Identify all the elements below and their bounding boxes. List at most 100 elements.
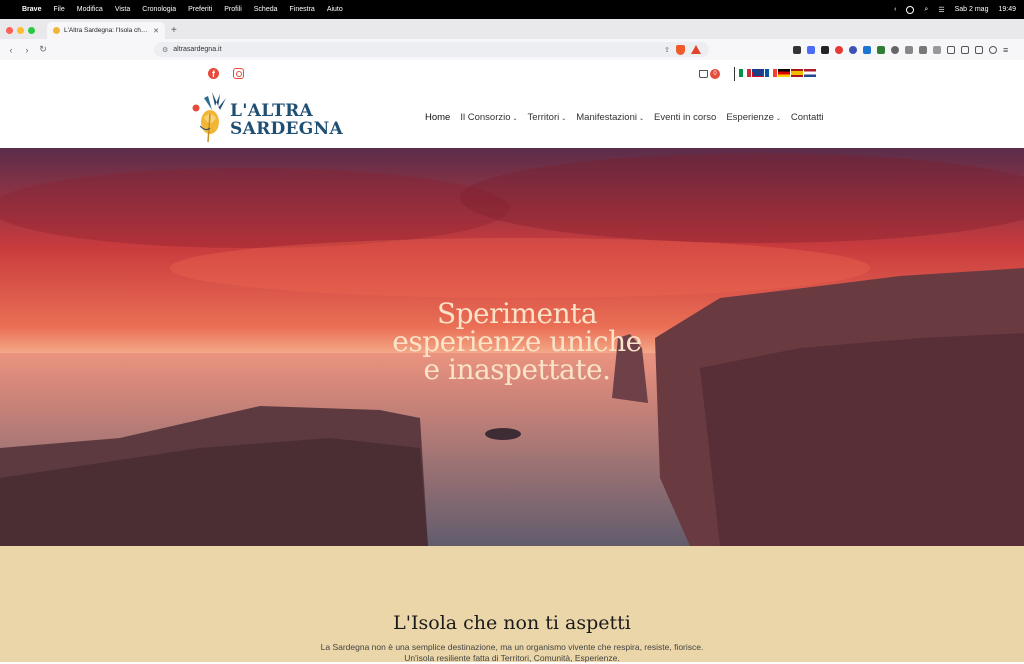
share-icon[interactable]: ⇪ bbox=[664, 46, 670, 54]
hero-line-3: e inaspettate. bbox=[423, 353, 611, 386]
menu-preferiti[interactable]: Preferiti bbox=[188, 6, 212, 13]
hero-banner: Sperimenta esperienze uniche e inaspetta… bbox=[0, 148, 1024, 546]
macos-menubar: Brave File Modifica Vista Cronologia Pre… bbox=[0, 0, 1024, 19]
cart-count-badge: 0 bbox=[710, 69, 720, 79]
hero-headline: Sperimenta esperienze uniche e inaspetta… bbox=[362, 300, 672, 384]
nav-contatti[interactable]: Contatti bbox=[791, 112, 824, 123]
nav-manifestazioni[interactable]: Manifestazioni ⌄ bbox=[576, 112, 644, 123]
flag-nl-icon[interactable] bbox=[804, 69, 816, 77]
url-text: altrasardegna.it bbox=[173, 46, 222, 53]
menu-finestra[interactable]: Finestra bbox=[290, 6, 315, 13]
flag-it-icon[interactable] bbox=[739, 69, 751, 77]
extension-icon[interactable] bbox=[807, 45, 815, 54]
social-links: f bbox=[208, 68, 244, 79]
address-bar[interactable]: ⚙ altrasardegna.it ⇪ bbox=[154, 42, 709, 57]
extension-icon[interactable] bbox=[793, 45, 801, 54]
facebook-icon[interactable]: f bbox=[208, 68, 219, 79]
chevron-down-icon: ⌄ bbox=[512, 116, 518, 122]
new-tab-button[interactable]: + bbox=[171, 25, 177, 36]
menu-profili[interactable]: Profili bbox=[224, 6, 242, 13]
main-navigation: Home Il Consorzio ⌄ Territori ⌄ Manifestaz… bbox=[425, 112, 824, 123]
reload-button[interactable]: ↻ bbox=[38, 44, 48, 55]
nav-territori[interactable]: Territori ⌄ bbox=[528, 112, 567, 123]
section-title: L'Isola che non ti aspetti bbox=[393, 612, 631, 634]
extension-icon[interactable] bbox=[877, 45, 885, 54]
tab-strip: L'Altra Sardegna: l'Isola che n ✕ + bbox=[0, 19, 1024, 39]
record-icon[interactable] bbox=[906, 5, 915, 14]
menu-cronologia[interactable]: Cronologia bbox=[142, 6, 176, 13]
instagram-icon[interactable] bbox=[233, 68, 244, 79]
logo-line-1: L'ALTRA bbox=[230, 101, 313, 121]
vpn-icon[interactable] bbox=[989, 45, 997, 54]
minimize-window-button[interactable] bbox=[17, 26, 24, 34]
menu-icon[interactable]: ≡ bbox=[1003, 45, 1008, 55]
control-center-icon[interactable]: ☰ bbox=[938, 6, 944, 14]
intro-section: L'Isola che non ti aspetti La Sardegna n… bbox=[0, 546, 1024, 664]
extension-icon[interactable] bbox=[905, 45, 913, 54]
window-controls bbox=[6, 21, 35, 39]
menubar-status: ‹ ⌕ ☰ Sab 2 mag 19:49 bbox=[894, 5, 1016, 14]
extension-icon[interactable] bbox=[891, 45, 899, 54]
section-body: La Sardegna non è una semplice destinazi… bbox=[0, 642, 1024, 664]
site-logo[interactable]: L'ALTRA SARDEGNA bbox=[190, 88, 343, 144]
extension-icon[interactable] bbox=[821, 45, 829, 54]
close-tab-icon[interactable]: ✕ bbox=[153, 27, 159, 35]
nav-home[interactable]: Home bbox=[425, 112, 450, 123]
forward-button[interactable]: › bbox=[22, 45, 32, 55]
menu-file[interactable]: File bbox=[53, 6, 64, 13]
chevron-down-icon: ⌄ bbox=[775, 116, 781, 122]
browser-toolbar: ‹ › ↻ ⚙ altrasardegna.it ⇪ ≡ bbox=[0, 39, 1024, 60]
cart-button[interactable]: 0 bbox=[699, 69, 720, 79]
extension-icon[interactable] bbox=[849, 45, 857, 54]
site-header: f 0 L'ALTRA SARDEGNA Home Il Consorzio ⌄… bbox=[0, 60, 1024, 148]
section-body-line-2: Un'isola resiliente fatta di Territori, … bbox=[404, 653, 620, 663]
cart-icon bbox=[699, 70, 708, 78]
menubar-date: Sab 2 mag bbox=[954, 6, 989, 13]
nav-esperienze[interactable]: Esperienze ⌄ bbox=[726, 112, 781, 123]
zoom-window-button[interactable] bbox=[28, 26, 35, 34]
site-favicon bbox=[53, 27, 60, 34]
nav-consorzio-label: Il Consorzio bbox=[460, 112, 511, 123]
sidebar-icon[interactable] bbox=[947, 45, 955, 54]
menu-scheda[interactable]: Scheda bbox=[254, 6, 278, 13]
browser-window-chrome: L'Altra Sardegna: l'Isola che n ✕ + ‹ › … bbox=[0, 19, 1024, 60]
header-divider bbox=[734, 67, 735, 81]
menu-brave[interactable]: Brave bbox=[22, 6, 41, 13]
hero-line-1: Sperimenta bbox=[436, 297, 598, 330]
menubar-time: 19:49 bbox=[998, 6, 1016, 13]
nav-territori-label: Territori bbox=[527, 112, 560, 123]
tab-title: L'Altra Sardegna: l'Isola che n bbox=[64, 27, 150, 34]
back-button[interactable]: ‹ bbox=[6, 45, 16, 55]
extension-icon[interactable] bbox=[863, 45, 871, 54]
menu-modifica[interactable]: Modifica bbox=[77, 6, 103, 13]
logo-line-2: SARDEGNA bbox=[230, 119, 343, 139]
menu-aiuto[interactable]: Aiuto bbox=[327, 6, 343, 13]
wallet-icon[interactable] bbox=[961, 45, 969, 54]
flag-en-icon[interactable] bbox=[752, 69, 764, 77]
brave-shield-icon[interactable] bbox=[676, 44, 685, 55]
close-window-button[interactable] bbox=[6, 26, 13, 34]
hero-line-2: esperienze uniche bbox=[392, 325, 642, 358]
puzzle-icon[interactable] bbox=[919, 45, 927, 54]
extension-icon[interactable] bbox=[933, 45, 941, 54]
flag-de-icon[interactable] bbox=[778, 69, 790, 77]
nav-consorzio[interactable]: Il Consorzio ⌄ bbox=[460, 112, 517, 123]
flag-fr-icon[interactable] bbox=[765, 69, 777, 77]
site-info-icon[interactable]: ⚙ bbox=[162, 46, 168, 54]
search-icon[interactable]: ⌕ bbox=[924, 6, 928, 14]
extensions-bar: ≡ bbox=[793, 45, 1008, 55]
chevron-left-icon[interactable]: ‹ bbox=[894, 6, 896, 13]
nav-manifestazioni-label: Manifestazioni bbox=[576, 112, 637, 123]
browser-tab-active[interactable]: L'Altra Sardegna: l'Isola che n ✕ bbox=[47, 22, 165, 39]
chevron-down-icon: ⌄ bbox=[638, 116, 645, 122]
flag-es-icon[interactable] bbox=[791, 69, 803, 77]
extension-icon[interactable] bbox=[835, 45, 843, 54]
brave-rewards-icon[interactable] bbox=[691, 45, 701, 54]
chevron-down-icon: ⌄ bbox=[561, 116, 567, 122]
leo-icon[interactable] bbox=[975, 45, 983, 54]
section-body-line-1: La Sardegna non è una semplice destinazi… bbox=[320, 642, 704, 652]
nav-esperienze-label: Esperienze bbox=[726, 112, 774, 123]
nav-eventi[interactable]: Eventi in corso bbox=[654, 112, 716, 123]
menu-vista[interactable]: Vista bbox=[115, 6, 130, 13]
language-switcher bbox=[739, 69, 816, 77]
